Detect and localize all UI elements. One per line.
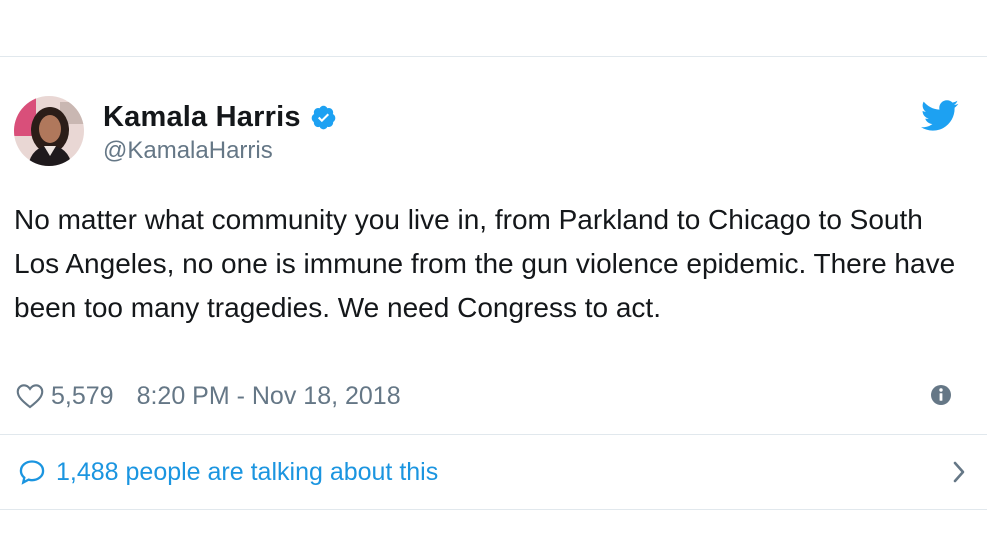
tweet-card: Kamala Harris @KamalaHarris No matter wh… <box>0 57 987 551</box>
heart-icon[interactable] <box>16 383 44 409</box>
name-row: Kamala Harris <box>103 99 337 135</box>
tweet-header: Kamala Harris @KamalaHarris <box>14 96 337 166</box>
chevron-right-icon[interactable] <box>950 460 968 484</box>
verified-badge-icon <box>311 105 335 129</box>
avatar[interactable] <box>14 96 84 166</box>
mid-divider <box>0 434 987 435</box>
display-name[interactable]: Kamala Harris <box>103 101 301 134</box>
handle[interactable]: @KamalaHarris <box>103 137 337 165</box>
speech-bubble-icon <box>19 460 45 485</box>
tweet-text: No matter what community you live in, fr… <box>14 204 956 323</box>
bottom-divider <box>0 509 987 510</box>
twitter-bird-icon[interactable] <box>921 99 959 131</box>
like-count[interactable]: 5,579 <box>51 382 114 411</box>
tweet-meta: 5,579 8:20 PM - Nov 18, 2018 <box>16 381 401 411</box>
conversation-label: 1,488 people are talking about this <box>56 457 439 486</box>
info-icon[interactable] <box>930 384 952 406</box>
author-info: Kamala Harris @KamalaHarris <box>103 99 337 165</box>
timestamp[interactable]: 8:20 PM - Nov 18, 2018 <box>137 382 401 411</box>
avatar-image <box>14 96 84 166</box>
conversation-link[interactable]: 1,488 people are talking about this <box>18 452 968 492</box>
